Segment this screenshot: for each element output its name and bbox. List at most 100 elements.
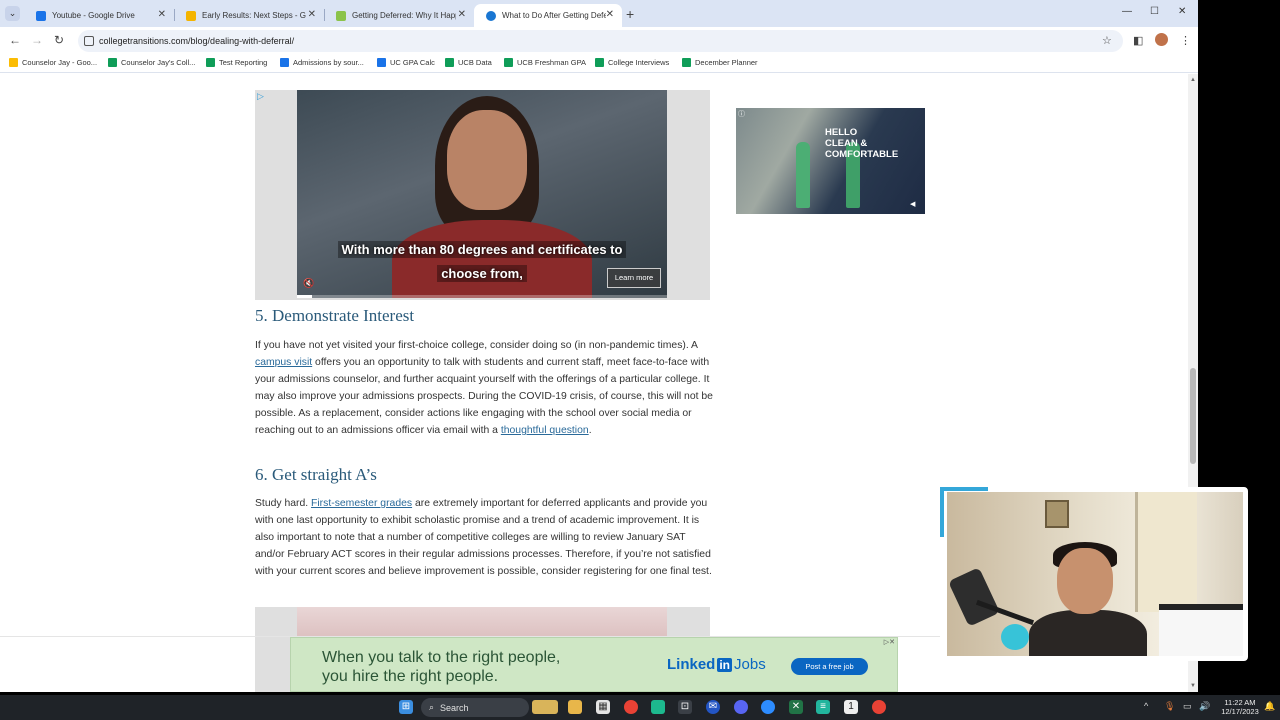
side-ad-line: CLEAN &	[825, 138, 868, 149]
address-bar[interactable]: collegetransitions.com/blog/dealing-with…	[78, 30, 1123, 52]
linkedin-banner-ad[interactable]: When you talk to the right people, you h…	[290, 637, 898, 692]
site-favicon-icon	[336, 10, 346, 21]
bookmark-star-icon[interactable]: ☆	[1102, 34, 1112, 47]
bookmark-item[interactable]: Counselor Jay's Coll...	[108, 58, 195, 67]
section-paragraph: If you have not yet visited your first-c…	[255, 337, 715, 439]
new-tab-icon[interactable]: +	[626, 6, 634, 22]
tab-search-dropdown-icon[interactable]: ⌄	[5, 6, 20, 21]
bookmarks-bar: Counselor Jay - Goo... Counselor Jay's C…	[0, 53, 1198, 73]
close-tab-icon[interactable]: ✕	[308, 9, 316, 20]
file-explorer-icon[interactable]	[568, 700, 582, 714]
back-arrow-icon[interactable]: ←	[9, 33, 21, 47]
app-icon[interactable]: ≡	[816, 700, 830, 714]
windows-start-icon[interactable]: ⊞	[399, 700, 413, 714]
google-slides-icon	[186, 10, 196, 21]
bookmark-item[interactable]: UCB Freshman GPA	[504, 58, 586, 67]
ad-close-icon[interactable]: ▷✕	[884, 638, 895, 646]
meet-icon[interactable]	[651, 700, 665, 714]
tab-getting-deferred[interactable]: Getting Deferred: Why It Happe ✕	[324, 4, 474, 27]
video-progress-bar[interactable]	[297, 295, 667, 298]
zoom-icon[interactable]	[761, 700, 775, 714]
screen: ⌄ Youtube - Google Drive ✕ Early Results…	[0, 0, 1280, 720]
minimize-icon[interactable]: —	[1122, 6, 1132, 17]
side-ad-text: HELLO CLEAN & COMFORTABLE	[825, 127, 898, 160]
chrome-icon[interactable]	[872, 700, 886, 714]
maximize-icon[interactable]: ☐	[1150, 6, 1159, 17]
bookmark-label: UCB Data	[458, 58, 492, 67]
paragraph-text: If you have not yet visited your first-c…	[255, 340, 698, 351]
close-window-icon[interactable]: ✕	[1178, 6, 1186, 17]
browser-toolbar: ← → ↻ collegetransitions.com/blog/dealin…	[0, 27, 1198, 53]
bookmark-label: Counselor Jay's Coll...	[121, 58, 196, 67]
ad-figure	[796, 142, 810, 208]
docs-icon	[280, 58, 289, 67]
mail-icon[interactable]: ✉	[706, 700, 720, 714]
store-icon[interactable]: ▦	[596, 700, 610, 714]
video-ad[interactable]: ▷ With more than 80 degrees and certific…	[255, 90, 710, 300]
forward-arrow-icon[interactable]: →	[31, 33, 43, 47]
scroll-down-arrow-icon[interactable]: ▼	[1190, 683, 1196, 689]
search-label: Search	[440, 702, 469, 713]
bookmark-item[interactable]: Test Reporting	[206, 58, 267, 67]
microphone	[948, 567, 1000, 627]
chrome-icon[interactable]	[624, 700, 638, 714]
bookmark-item[interactable]: UCB Data	[445, 58, 492, 67]
ad-info-icon[interactable]: ⓘ	[738, 109, 745, 119]
bookmark-item[interactable]: Admissions by sour...	[280, 58, 364, 67]
volume-icon[interactable]: 🔊	[1199, 701, 1210, 712]
scrollbar-thumb[interactable]	[1190, 368, 1196, 464]
profile-avatar[interactable]	[1155, 33, 1168, 46]
paragraph-text: offers you an opportunity to talk with s…	[255, 357, 713, 436]
notification-bell-icon[interactable]: 🔔	[1264, 701, 1275, 712]
discord-icon[interactable]	[734, 700, 748, 714]
tab-early-results[interactable]: Early Results: Next Steps - Goog ✕	[174, 4, 324, 27]
microphone-icon[interactable]: 🎙	[1164, 701, 1175, 712]
site-info-icon[interactable]	[84, 36, 94, 46]
bookmark-label: Test Reporting	[219, 58, 268, 67]
video-progress-fill	[297, 295, 312, 298]
side-panel-icon[interactable]: ◧	[1133, 34, 1143, 47]
google-drive-icon	[36, 10, 46, 21]
side-ad[interactable]: ⓘ HELLO CLEAN & COMFORTABLE ◀	[736, 108, 925, 214]
learn-more-button[interactable]: Learn more	[607, 268, 661, 288]
thoughtful-question-link[interactable]: thoughtful question	[501, 425, 589, 436]
app-icon[interactable]: ⊡	[678, 700, 692, 714]
bookmark-item[interactable]: December Planner	[682, 58, 758, 67]
taskbar-search[interactable]: ⌕ Search	[421, 698, 529, 717]
bookmark-item[interactable]: UC GPA Calc	[377, 58, 435, 67]
adchoices-icon[interactable]: ▷	[257, 91, 264, 102]
muted-speaker-icon[interactable]: 🔇	[303, 278, 314, 289]
tab-what-to-do-after-deferral[interactable]: What to Do After Getting Defer ✕	[474, 4, 622, 27]
excel-icon[interactable]: ✕	[789, 700, 803, 714]
reload-icon[interactable]: ↻	[54, 33, 64, 47]
caption-text: choose from,	[437, 265, 527, 282]
first-semester-grades-link[interactable]: First-semester grades	[311, 498, 412, 509]
campus-visit-link[interactable]: campus visit	[255, 357, 312, 368]
logo-in-badge: in	[717, 658, 733, 672]
url-text: collegetransitions.com/blog/dealing-with…	[99, 36, 295, 46]
tray-overflow-icon[interactable]: ^	[1144, 701, 1148, 711]
linkedin-ad-text: When you talk to the right people, you h…	[322, 648, 560, 686]
background-door	[1135, 492, 1197, 612]
menu-kebab-icon[interactable]: ⋮	[1180, 34, 1191, 47]
ad-video-frame[interactable]: With more than 80 degrees and certificat…	[297, 90, 667, 298]
sheets-icon	[206, 58, 215, 67]
bookmark-item[interactable]: Counselor Jay - Goo...	[9, 58, 97, 67]
one-password-icon[interactable]: 1	[844, 700, 858, 714]
muted-speaker-icon[interactable]: ◀	[910, 200, 915, 208]
tab-title: Getting Deferred: Why It Happe	[352, 11, 456, 20]
bookmark-item[interactable]: College Interviews	[595, 58, 669, 67]
widgets-icon[interactable]	[532, 700, 558, 714]
close-tab-icon[interactable]: ✕	[606, 9, 614, 20]
scroll-up-arrow-icon[interactable]: ▲	[1190, 77, 1196, 83]
windows-taskbar: ⊞ ⌕ Search ▦ ⊡ ✉ ✕ ≡ 1 ^ 🎙 ▭ 🔊 11:22 AM 1…	[0, 695, 1280, 720]
paragraph-text: Study hard.	[255, 498, 312, 509]
sheets-icon	[595, 58, 604, 67]
tab-youtube-drive[interactable]: Youtube - Google Drive ✕	[24, 4, 174, 27]
webcam-overlay	[940, 487, 1248, 661]
display-icon[interactable]: ▭	[1183, 701, 1192, 712]
close-tab-icon[interactable]: ✕	[158, 9, 166, 20]
post-free-job-button[interactable]: Post a free job	[791, 658, 868, 675]
close-tab-icon[interactable]: ✕	[458, 9, 466, 20]
taskbar-clock[interactable]: 11:22 AM 12/17/2023	[1216, 698, 1264, 716]
